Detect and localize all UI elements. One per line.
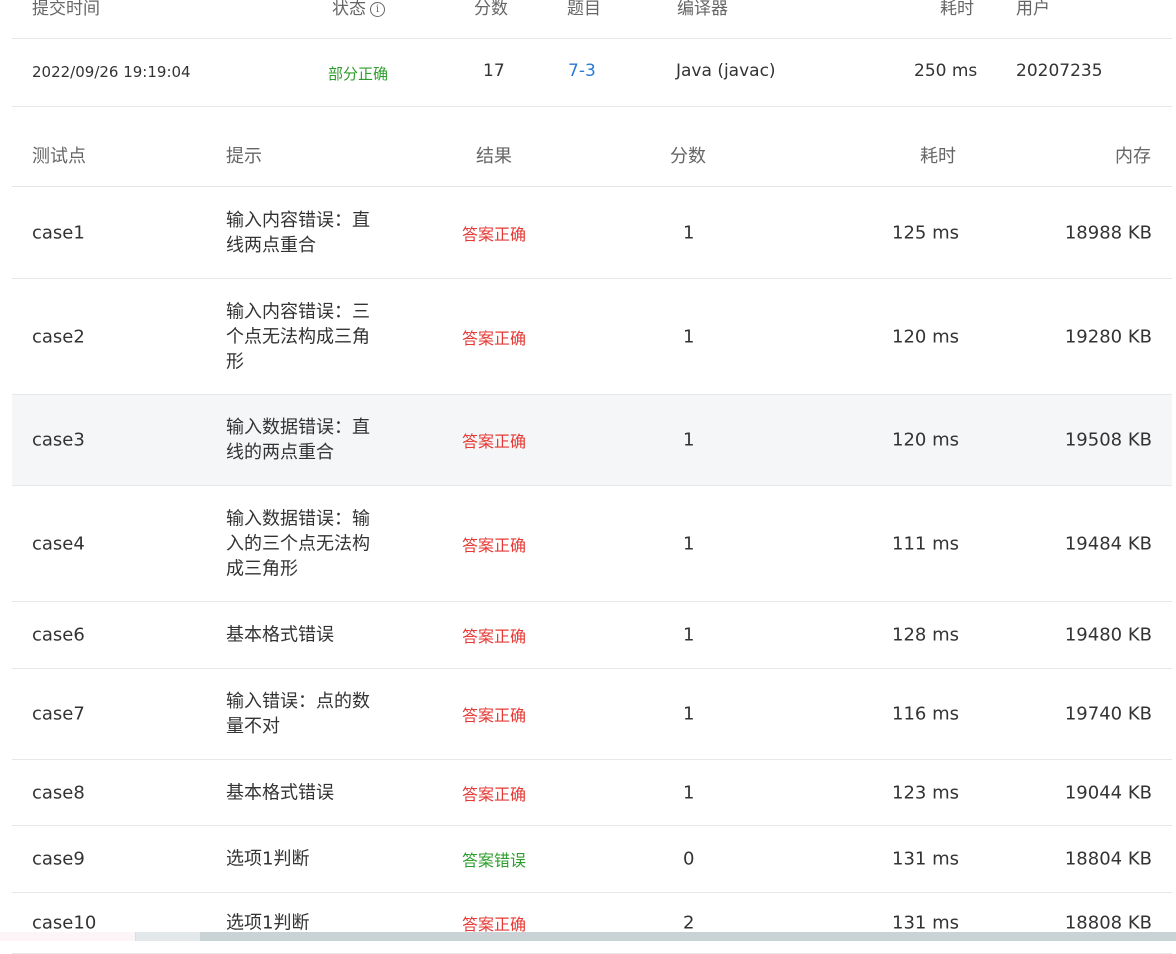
case-time: 111 ms (892, 533, 959, 554)
case-memory: 19484 KB (1064, 533, 1152, 554)
submission-compiler: Java (javac) (676, 61, 776, 81)
case-hint: 输入错误：点的数量不对 (226, 691, 370, 737)
table-row: case2 输入内容错误：三个点无法构成三角形 答案正确 1 120 ms 19… (12, 279, 1172, 395)
case-memory: 18988 KB (1064, 222, 1152, 243)
case-hint: 输入数据错误：直线的两点重合 (226, 417, 370, 463)
taskbar-fragment (0, 932, 136, 941)
case-name: case1 (32, 222, 85, 243)
header-elapsed: 耗时 (940, 0, 974, 19)
table-row: case7 输入错误：点的数量不对 答案正确 1 116 ms 19740 KB (12, 669, 1172, 760)
case-memory: 19280 KB (1064, 326, 1152, 347)
case-time: 128 ms (892, 624, 959, 646)
user-link[interactable]: 20207235 (1016, 61, 1103, 81)
case-result: 答案正确 (462, 328, 527, 348)
case-hint: 输入内容错误：三个点无法构成三角形 (226, 301, 370, 372)
case-result: 答案正确 (462, 432, 527, 451)
submission-header: 提交时间 状态 i 分数 题目 编译器 耗时 用户 (0, 0, 1176, 38)
table-row: case3 输入数据错误：直线的两点重合 答案正确 1 120 ms 19508… (12, 395, 1172, 486)
case-memory: 19480 KB (1064, 624, 1152, 646)
case-score: 1 (683, 429, 695, 451)
case-time: 120 ms (892, 429, 959, 451)
header-problem: 题目 (567, 0, 601, 19)
header-memory: 内存 (1115, 146, 1151, 167)
case-name: case7 (32, 703, 85, 725)
case-score: 1 (683, 326, 695, 347)
table-row: case8 基本格式错误 答案正确 1 123 ms 19044 KB (12, 760, 1172, 826)
case-score: 0 (683, 848, 695, 870)
case-result: 答案正确 (462, 784, 527, 804)
case-time: 116 ms (892, 703, 959, 725)
case-result: 答案正确 (462, 627, 527, 646)
header-score: 分数 (474, 0, 508, 19)
table-row: case10 选项1判断 答案正确 2 131 ms 18808 KB (12, 893, 1172, 954)
case-hint: 基本格式错误 (226, 782, 334, 803)
case-result: 答案正确 (462, 224, 527, 244)
case-name: case2 (32, 326, 85, 347)
scrollbar-thumb[interactable] (200, 932, 1176, 941)
case-time: 125 ms (892, 222, 959, 243)
case-memory: 18804 KB (1064, 848, 1152, 870)
case-score: 1 (683, 533, 695, 554)
table-row: case9 选项1判断 答案错误 0 131 ms 18804 KB (12, 826, 1172, 893)
case-result: 答案正确 (462, 535, 527, 555)
case-memory: 19740 KB (1064, 703, 1152, 725)
case-score: 1 (683, 782, 695, 803)
header-submit-time: 提交时间 (32, 0, 100, 19)
case-result: 答案正确 (462, 706, 527, 725)
case-score: 1 (683, 624, 695, 646)
submission-status: 部分正确 (328, 65, 389, 83)
header-compiler: 编译器 (677, 0, 728, 19)
case-hint: 输入内容错误：直线两点重合 (226, 209, 370, 256)
case-score: 1 (683, 703, 695, 725)
case-score: 2 (683, 912, 695, 934)
table-row: case1 输入内容错误：直线两点重合 答案正确 1 125 ms 18988 … (12, 187, 1172, 279)
case-memory: 18808 KB (1064, 912, 1152, 934)
submission-score: 17 (483, 61, 505, 81)
header-user: 用户 (1016, 0, 1050, 19)
info-icon[interactable]: i (370, 2, 385, 17)
case-name: case8 (32, 782, 85, 803)
header-case-time: 耗时 (920, 146, 956, 167)
submission-row: 2022/09/26 19:19:04 部分正确 17 7-3 Java (ja… (12, 38, 1172, 107)
table-row: case6 基本格式错误 答案正确 1 128 ms 19480 KB (12, 602, 1172, 669)
case-name: case4 (32, 533, 85, 554)
submission-elapsed: 250 ms (914, 61, 978, 81)
case-memory: 19508 KB (1064, 429, 1152, 451)
table-row: case4 输入数据错误：输入的三个点无法构成三角形 答案正确 1 111 ms… (12, 486, 1172, 602)
case-name: case9 (32, 848, 85, 870)
case-hint: 基本格式错误 (226, 624, 334, 646)
header-status: 状态 i (332, 0, 385, 19)
case-result: 答案错误 (462, 851, 527, 870)
case-name: case10 (32, 912, 97, 934)
header-result: 结果 (476, 146, 512, 167)
case-name: case6 (32, 624, 85, 646)
cases-table-header: 测试点 提示 结果 分数 耗时 内存 (12, 106, 1172, 187)
case-hint: 选项1判断 (226, 848, 310, 870)
case-time: 123 ms (892, 782, 959, 803)
problem-link[interactable]: 7-3 (568, 61, 596, 81)
case-time: 120 ms (892, 326, 959, 347)
case-memory: 19044 KB (1064, 782, 1152, 803)
header-hint: 提示 (226, 146, 262, 167)
case-score: 1 (683, 222, 695, 243)
header-case-score: 分数 (670, 146, 706, 167)
header-case: 测试点 (32, 146, 86, 167)
case-time: 131 ms (892, 848, 959, 870)
submission-time: 2022/09/26 19:19:04 (32, 63, 191, 81)
case-name: case3 (32, 429, 85, 451)
case-time: 131 ms (892, 912, 959, 934)
header-status-label: 状态 (332, 0, 366, 19)
case-hint: 输入数据错误：输入的三个点无法构成三角形 (226, 508, 370, 579)
